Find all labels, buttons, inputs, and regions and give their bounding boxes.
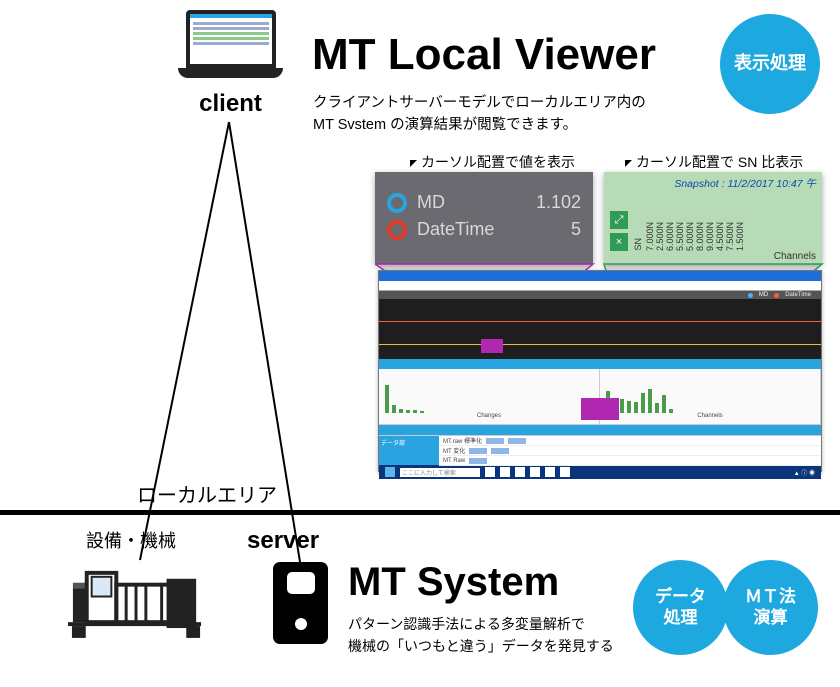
section-header-1	[379, 359, 821, 369]
callout-label-cursor-value: カーソル配置で値を表示	[410, 152, 575, 172]
md-value: 1.102	[536, 192, 581, 213]
datetime-label: DateTime	[417, 219, 494, 240]
data-section: データ部 MT.raw 標準化 MT 変化 MT Raw	[379, 435, 821, 465]
windows-taskbar[interactable]: ここに入力して検索 ▲ ⓘ ◉	[379, 465, 821, 479]
badge-mt-calculation: ＭＴ法 演算	[723, 560, 818, 655]
sn-axis-label: SN	[633, 238, 643, 251]
viewer-subtext: クライアントサーバーモデルでローカルエリア内の MT Svstem の演算結果が…	[313, 92, 646, 137]
local-area-label: ローカルエリア	[137, 479, 277, 508]
taskbar-app-icon[interactable]	[545, 467, 555, 477]
taskbar-app-icon[interactable]	[560, 467, 570, 477]
app-titlebar	[379, 271, 821, 281]
equipment-label: 設備・機械	[86, 527, 176, 553]
server-label: server	[247, 527, 319, 555]
app-toolbar[interactable]	[379, 281, 821, 291]
system-tray[interactable]: ▲ ⓘ ◉	[794, 468, 815, 477]
taskbar-search[interactable]: ここに入力して検索	[400, 468, 480, 477]
snapshot-timestamp: Snapshot : 11/2/2017 10:47 午	[610, 176, 816, 191]
system-subtext: パターン認識手法による多変量解析で 機械の「いつもと違う」データを発見する	[348, 614, 614, 657]
md-ring-icon	[387, 193, 407, 213]
badge-data-processing: データ 処理	[633, 560, 728, 655]
server-icon	[273, 562, 328, 644]
bar-charts[interactable]: Changes Channels	[379, 369, 821, 425]
product-title-viewer: MT Local Viewer	[312, 30, 656, 80]
client-label: client	[178, 90, 283, 118]
expand-icon[interactable]: ⤢	[610, 211, 628, 229]
taskbar-app-icon[interactable]	[485, 467, 495, 477]
taskbar-app-icon[interactable]	[500, 467, 510, 477]
start-button-icon[interactable]	[385, 467, 395, 477]
datetime-ring-icon	[387, 220, 407, 240]
product-title-system: MT System	[348, 560, 559, 605]
zoom-tooltip-values: MD 1.102 DateTime 5	[375, 172, 593, 264]
badge-display-processing: 表示処理	[720, 14, 820, 114]
taskbar-app-icon[interactable]	[530, 467, 540, 477]
timeseries-chart[interactable]	[379, 299, 821, 359]
datetime-value: 5	[571, 219, 581, 240]
chart-legend: MD DateTime	[379, 291, 821, 299]
close-icon[interactable]: ×	[610, 233, 628, 251]
horizontal-divider	[0, 510, 840, 515]
machine-icon	[68, 555, 206, 640]
highlight-marker-icon	[481, 339, 503, 353]
app-window: MD DateTime Changes Channels	[378, 270, 822, 472]
callout-label-cursor-sn: カーソル配置で SN 比表示	[625, 152, 803, 172]
md-label: MD	[417, 192, 445, 213]
highlight-marker-2-icon	[581, 398, 619, 420]
taskbar-app-icon[interactable]	[515, 467, 525, 477]
client-laptop-icon	[178, 10, 283, 78]
section-header-2	[379, 425, 821, 435]
zoom-snapshot-panel: Snapshot : 11/2/2017 10:47 午 ⤢ × SN 7.00…	[604, 172, 822, 264]
channels-label: Channels	[610, 251, 816, 262]
